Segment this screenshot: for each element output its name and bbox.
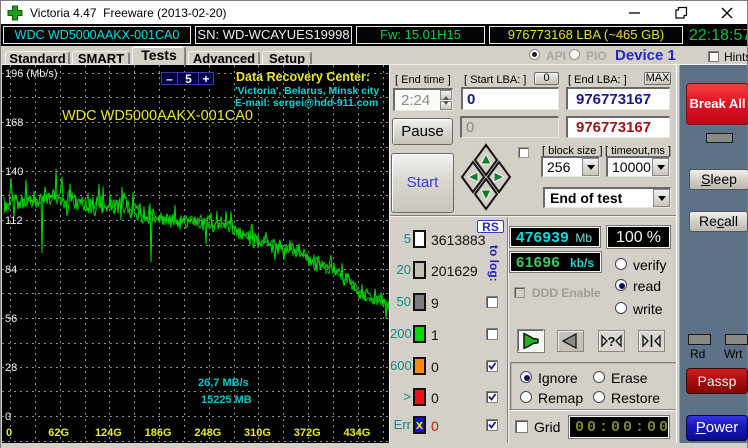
- svg-text:28: 28: [5, 362, 17, 374]
- svg-text:186G: 186G: [145, 427, 172, 439]
- svg-text:196 (Mb/s): 196 (Mb/s): [5, 68, 58, 80]
- svg-text:112: 112: [5, 215, 23, 227]
- svg-text:56: 56: [5, 313, 17, 325]
- svg-text:248G: 248G: [194, 427, 221, 439]
- svg-text:372G: 372G: [294, 427, 321, 439]
- svg-text:0: 0: [5, 411, 11, 423]
- svg-text:?: ?: [608, 334, 616, 349]
- svg-text:84: 84: [5, 264, 17, 276]
- svg-text:124G: 124G: [95, 427, 122, 439]
- svg-text:0: 0: [6, 427, 12, 439]
- svg-text:140: 140: [5, 166, 23, 178]
- svg-text:434G: 434G: [343, 427, 370, 439]
- svg-text:310G: 310G: [244, 427, 271, 439]
- svg-text:62G: 62G: [48, 427, 69, 439]
- svg-text:168: 168: [5, 117, 23, 129]
